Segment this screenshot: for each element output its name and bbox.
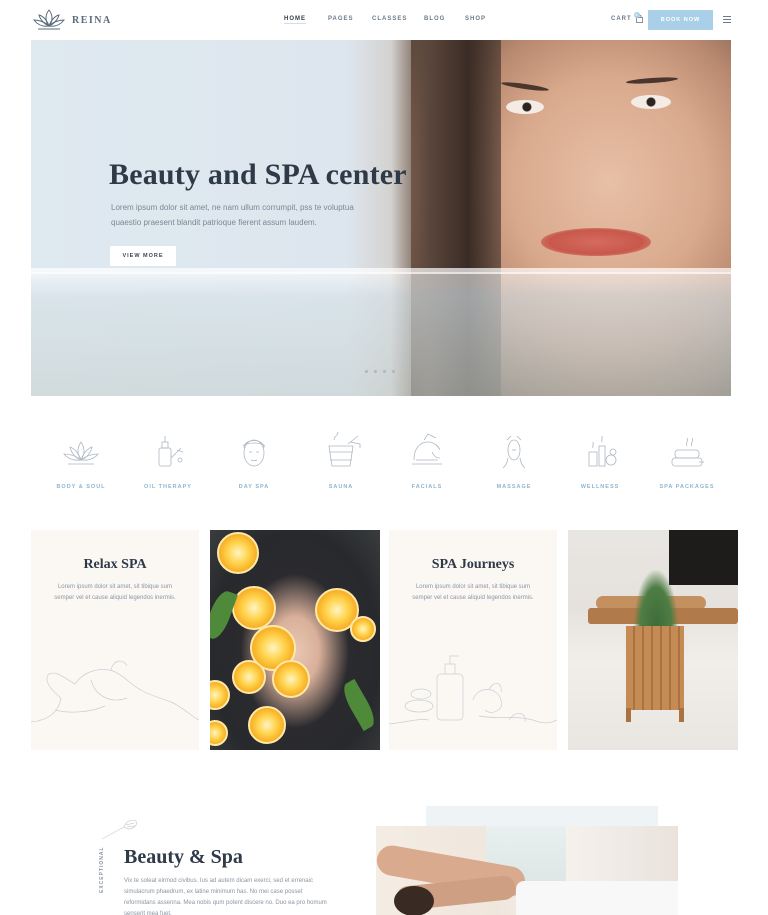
- slider-dots: [365, 370, 395, 373]
- spa-photo-plant: [568, 530, 738, 750]
- line-art-hand-icon: [31, 660, 199, 723]
- service-label: SAUNA: [328, 484, 354, 490]
- view-more-button[interactable]: VIEW MORE: [110, 246, 176, 266]
- brand-name: REINA: [72, 14, 112, 26]
- section-vertical-label: EXCEPTIONAL: [99, 846, 105, 893]
- card-title: Relax SPA: [83, 557, 147, 572]
- orange-slice: [248, 706, 286, 744]
- hamburger-menu-icon[interactable]: [723, 16, 731, 23]
- book-now-button[interactable]: BOOK NOW: [648, 10, 713, 30]
- service-massage[interactable]: MASSAGE: [469, 430, 559, 490]
- slider-dot[interactable]: [392, 370, 395, 373]
- card-text: Lorem ipsum dolor sit amet, sit tibique …: [412, 584, 534, 601]
- photo-stand-leg: [626, 708, 631, 722]
- orange-slice: [232, 586, 276, 630]
- photo-plant-stand: [626, 626, 684, 710]
- hero-image-eye-right: [631, 95, 671, 109]
- service-oil-therapy[interactable]: OIL THERAPY: [123, 430, 213, 490]
- hero-image-lips: [541, 228, 651, 256]
- feather-icon: [101, 819, 137, 840]
- nav-pages[interactable]: PAGES: [328, 16, 354, 22]
- fern-leaf: [338, 678, 380, 732]
- services-row: BODY & SOUL OIL THERAPY DAY SPA SAUNA FA…: [0, 430, 768, 500]
- service-label: SPA PACKAGES: [659, 484, 715, 490]
- lime-slice: [350, 616, 376, 642]
- about-text: Vix te soleat eirmod civibus. Ius ad aut…: [124, 878, 327, 915]
- service-label: OIL THERAPY: [144, 484, 192, 490]
- slider-dot[interactable]: [374, 370, 377, 373]
- orange-slice: [210, 680, 230, 710]
- service-facials[interactable]: FACIALS: [382, 430, 472, 490]
- lotus-logo-icon: [32, 9, 66, 30]
- facial-icon: [412, 433, 442, 465]
- logo[interactable]: REINA: [32, 7, 112, 33]
- lotus-icon: [63, 441, 99, 465]
- cart-count-badge: 0: [634, 12, 640, 18]
- nav-shop[interactable]: SHOP: [465, 16, 486, 22]
- slider-dot[interactable]: [383, 370, 386, 373]
- massage-icon: [502, 435, 526, 469]
- slider-dot[interactable]: [365, 370, 368, 373]
- service-label: FACIALS: [411, 484, 443, 490]
- card-text: Lorem ipsum dolor sit amet, sit tibique …: [54, 584, 176, 601]
- orange-slice: [232, 660, 266, 694]
- orange-slice: [217, 532, 259, 574]
- service-spa-packages[interactable]: SPA PACKAGES: [642, 430, 732, 490]
- hero-slider: Beauty and SPA center Lorem ipsum dolor …: [31, 40, 731, 396]
- card-title: SPA Journeys: [431, 557, 515, 572]
- photo-stand-leg: [679, 708, 684, 722]
- orange-slice: [272, 660, 310, 698]
- photo-towel: [516, 881, 678, 915]
- oil-bottle-icon: [158, 436, 184, 467]
- service-label: MASSAGE: [496, 484, 532, 490]
- service-label: WELLNESS: [580, 484, 620, 490]
- hero-image-water: [31, 272, 731, 396]
- spa-photo-oranges: [210, 530, 380, 750]
- face-towel-icon: [242, 439, 266, 467]
- photo-plant: [634, 570, 678, 628]
- service-body-soul[interactable]: BODY & SOUL: [36, 430, 126, 490]
- nav-classes[interactable]: CLASSES: [372, 16, 407, 22]
- photo-dark-wall: [669, 530, 738, 585]
- service-label: DAY SPA: [238, 484, 270, 490]
- service-day-spa[interactable]: DAY SPA: [209, 430, 299, 490]
- massage-photo: [376, 826, 678, 915]
- hero-title: Beauty and SPA center: [109, 158, 407, 191]
- cart-label: CART: [611, 16, 632, 22]
- hero-image-eye-left: [506, 100, 544, 114]
- orange-slice: [210, 720, 228, 746]
- sauna-bucket-icon: [328, 431, 361, 467]
- candles-icon: [588, 435, 617, 467]
- card-relax-spa[interactable]: Relax SPA Lorem ipsum dolor sit amet, si…: [31, 530, 199, 750]
- nav-home[interactable]: HOME: [284, 16, 306, 24]
- towels-icon: [671, 437, 704, 467]
- nav-blog[interactable]: BLOG: [424, 16, 445, 22]
- service-wellness[interactable]: WELLNESS: [555, 430, 645, 490]
- photo-head: [394, 886, 434, 915]
- card-spa-journeys[interactable]: SPA Journeys Lorem ipsum dolor sit amet,…: [389, 530, 557, 750]
- service-sauna[interactable]: SAUNA: [296, 430, 386, 490]
- line-art-spa-products-icon: [389, 655, 557, 725]
- cart-link[interactable]: CART 0: [611, 12, 643, 23]
- about-title: Beauty & Spa: [124, 846, 243, 868]
- site-header: REINA HOME PAGES CLASSES BLOG SHOP CART …: [0, 0, 768, 40]
- hero-text: Lorem ipsum dolor sit amet, ne nam ullum…: [111, 203, 354, 227]
- service-label: BODY & SOUL: [56, 484, 106, 490]
